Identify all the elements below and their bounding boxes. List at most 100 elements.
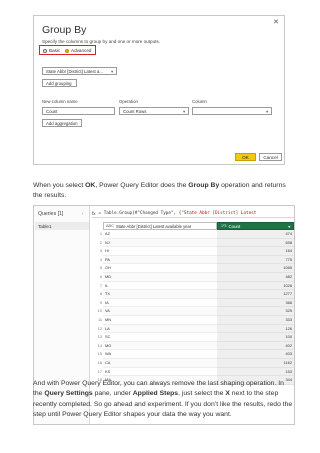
count-cell[interactable]: 333 [217, 315, 294, 325]
row-number: 1 [99, 231, 102, 236]
count-cell[interactable]: 474 [217, 230, 294, 239]
count-cell[interactable]: 482 [217, 272, 294, 282]
state-cell[interactable]: OH [103, 264, 217, 273]
bold-group-by: Group By [188, 182, 220, 189]
formula-string: "State Abbr [District] Latest [181, 210, 257, 216]
new-column-name-input[interactable]: Count [42, 107, 115, 115]
table-row: 12 LA 126 [94, 324, 294, 334]
row-number: 2 [99, 239, 102, 245]
query-item-table1[interactable]: Table1 [35, 222, 89, 230]
state-cell[interactable]: CA [103, 358, 217, 368]
paragraph-remove-step: And with Power Query Editor, you can alw… [33, 379, 295, 421]
state-cell[interactable]: PA [103, 255, 217, 265]
table-row: 9 IA 368 [94, 298, 294, 308]
add-grouping-button[interactable]: Add grouping [42, 79, 77, 87]
count-cell[interactable]: 1065 [217, 264, 294, 273]
state-cell[interactable]: KS [103, 368, 217, 377]
state-cell[interactable]: NJ [103, 238, 217, 248]
table-row: 3 HI 164 [94, 247, 294, 256]
row-number: 4 [99, 256, 102, 262]
paragraph-ok-result: When you select OK, Power Query Editor d… [33, 181, 295, 202]
table-row: 4 PA 775 [94, 255, 294, 265]
close-icon[interactable]: ✕ [273, 18, 279, 26]
column-header-label: Count [228, 223, 241, 229]
row-number: 6 [99, 273, 102, 279]
row-number: 15 [97, 351, 102, 357]
table-row: 6 MD 482 [94, 272, 294, 282]
count-cell[interactable]: 1277 [217, 290, 294, 299]
row-number: 12 [97, 325, 102, 331]
count-cell[interactable]: 153 [217, 367, 294, 377]
column-select[interactable]: ▼ [192, 107, 272, 115]
group-by-column-select[interactable]: State Abbr [District] Latest a... ▼ [42, 67, 117, 75]
advanced-radio-label: Advanced [71, 47, 92, 53]
count-cell[interactable]: 164 [217, 247, 294, 256]
basic-radio[interactable] [43, 48, 47, 53]
basic-radio-label: Basic [49, 47, 61, 53]
row-number-header [94, 222, 103, 230]
table-row: 2 NJ 698 [94, 238, 294, 248]
cancel-button[interactable]: Cancel [259, 153, 282, 161]
state-cell[interactable]: MN [103, 316, 217, 325]
table-row: 1 AZ 474 [94, 230, 294, 239]
text-type-icon: ABC [106, 224, 114, 228]
text-run: , just select the [178, 390, 226, 398]
row-number: 9 [99, 299, 102, 305]
row-number: 5 [99, 265, 102, 271]
table-row: 15 WA 403 [94, 350, 294, 359]
column-label: Column [192, 99, 207, 104]
table-row: 14 MO 402 [94, 341, 294, 351]
state-cell[interactable]: IL [103, 282, 217, 291]
advanced-radio[interactable] [65, 48, 69, 53]
collapse-icon[interactable]: ‹ [82, 211, 84, 216]
column-header-state[interactable]: ABC State Abbr [District] Latest availab… [103, 222, 217, 230]
grid-body: 1 AZ 474 2 NJ 698 3 HI 164 4 PA 775 5 OH 1065 6 MD 482 7 IL… [94, 230, 294, 385]
count-cell[interactable]: 368 [217, 298, 294, 308]
state-cell[interactable]: MO [103, 341, 217, 351]
state-cell[interactable]: IA [103, 299, 217, 308]
state-cell[interactable]: LA [103, 324, 217, 334]
state-cell[interactable]: SC [103, 333, 217, 342]
count-cell[interactable]: 698 [217, 238, 294, 248]
fx-icon: fx [92, 210, 96, 216]
bold-query-settings: Query Settings [44, 390, 93, 398]
count-cell[interactable]: 402 [217, 341, 294, 351]
table-row: 13 SC 100 [94, 333, 294, 342]
count-cell[interactable]: 1028 [217, 281, 294, 291]
table-row: 10 VA 325 [94, 307, 294, 316]
count-cell[interactable]: 325 [217, 307, 294, 316]
new-column-name-label: New column name [42, 99, 78, 104]
state-cell[interactable]: VA [103, 307, 217, 316]
operation-select[interactable]: Count Rows ▼ [119, 107, 189, 115]
table-row: 11 MN 333 [94, 315, 294, 325]
state-cell[interactable]: WA [103, 350, 217, 359]
table-row: 5 OH 1065 [94, 264, 294, 273]
mode-radio-group: Basic Advanced [39, 45, 96, 55]
row-number: 16 [97, 359, 102, 365]
count-cell[interactable]: 775 [217, 255, 294, 265]
chevron-down-icon: ▼ [182, 109, 186, 114]
add-aggregation-button[interactable]: Add aggregation [42, 119, 82, 127]
text-run: pane, under [92, 390, 133, 398]
formula-text: = Table.Group(#"Changed Type", {"State A… [99, 211, 257, 216]
column-header-count[interactable]: 1²3 Count ▼ [217, 222, 294, 230]
table-row: 16 CA 1162 [94, 358, 294, 368]
row-number: 7 [99, 282, 102, 288]
chevron-down-icon[interactable]: ▼ [287, 225, 291, 229]
data-grid: ABC State Abbr [District] Latest availab… [94, 222, 294, 385]
row-number: 11 [97, 316, 102, 322]
state-cell[interactable]: HI [103, 247, 217, 256]
count-cell[interactable]: 1162 [217, 358, 294, 368]
row-number: 10 [97, 308, 102, 314]
count-cell[interactable]: 403 [217, 350, 294, 359]
grid-header: ABC State Abbr [District] Latest availab… [94, 222, 294, 230]
ok-button[interactable]: OK [235, 153, 256, 161]
formula-bar[interactable]: fx = Table.Group(#"Changed Type", {"Stat… [92, 209, 294, 218]
count-cell[interactable]: 126 [217, 324, 294, 334]
state-cell[interactable]: MD [103, 272, 217, 282]
row-number: 17 [97, 368, 102, 374]
dialog-subtitle: Specify the columns to group by and one … [42, 39, 160, 44]
state-cell[interactable]: AZ [103, 230, 217, 239]
state-cell[interactable]: TX [103, 290, 217, 299]
count-cell[interactable]: 100 [217, 333, 294, 342]
